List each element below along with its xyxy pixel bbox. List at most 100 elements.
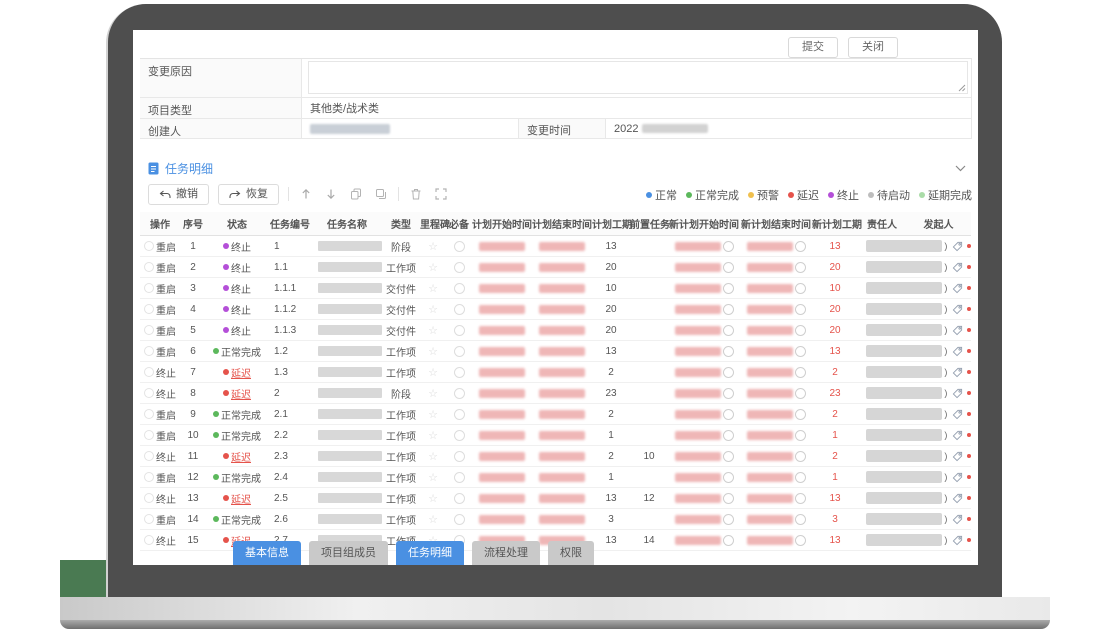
submit-button[interactable]: 提交 [788, 37, 838, 58]
new-plan-end-cell[interactable] [740, 325, 812, 336]
resize-handle-icon[interactable] [958, 84, 966, 92]
restart-action-link[interactable]: 重启 [156, 239, 176, 254]
new-plan-end-cell[interactable] [740, 367, 812, 378]
new-plan-start-cell[interactable] [668, 304, 740, 315]
restart-action-link[interactable]: 重启 [156, 512, 176, 527]
tag-icon[interactable] [949, 427, 965, 443]
tag-icon[interactable] [949, 238, 965, 254]
tag-icon[interactable] [949, 469, 965, 485]
terminate-action-link[interactable]: 终止 [156, 365, 176, 380]
required-radio[interactable] [454, 367, 465, 378]
bottom-tab[interactable]: 基本信息 [233, 541, 301, 565]
copy-icon[interactable] [348, 186, 364, 202]
required-radio[interactable] [454, 325, 465, 336]
bottom-tab[interactable]: 权限 [548, 541, 594, 565]
required-radio[interactable] [454, 283, 465, 294]
milestone-star-icon[interactable]: ☆ [428, 324, 438, 337]
change-reason-textarea[interactable] [308, 61, 968, 94]
tag-icon[interactable] [949, 280, 965, 296]
new-plan-end-cell[interactable] [740, 241, 812, 252]
required-radio[interactable] [454, 241, 465, 252]
required-radio[interactable] [454, 304, 465, 315]
milestone-star-icon[interactable]: ☆ [428, 387, 438, 400]
tag-icon[interactable] [949, 406, 965, 422]
restart-action-link[interactable]: 重启 [156, 470, 176, 485]
milestone-star-icon[interactable]: ☆ [428, 429, 438, 442]
new-plan-start-cell[interactable] [668, 514, 740, 525]
tag-icon[interactable] [949, 385, 965, 401]
required-radio[interactable] [454, 262, 465, 273]
restart-action-link[interactable]: 重启 [156, 281, 176, 296]
tag-icon[interactable] [949, 343, 965, 359]
new-plan-end-cell[interactable] [740, 430, 812, 441]
new-plan-end-cell[interactable] [740, 283, 812, 294]
redo-button[interactable]: 恢复 [218, 184, 279, 205]
milestone-star-icon[interactable]: ☆ [428, 366, 438, 379]
new-plan-start-cell[interactable] [668, 325, 740, 336]
new-plan-start-cell[interactable] [668, 346, 740, 357]
new-plan-end-cell[interactable] [740, 262, 812, 273]
delete-icon[interactable] [408, 186, 424, 202]
new-plan-end-cell[interactable] [740, 472, 812, 483]
new-plan-start-cell[interactable] [668, 430, 740, 441]
restart-action-link[interactable]: 重启 [156, 260, 176, 275]
new-plan-end-cell[interactable] [740, 304, 812, 315]
milestone-star-icon[interactable]: ☆ [428, 471, 438, 484]
required-radio[interactable] [454, 409, 465, 420]
restart-action-link[interactable]: 重启 [156, 407, 176, 422]
tag-icon[interactable] [949, 364, 965, 380]
expand-icon[interactable] [433, 186, 449, 202]
new-plan-end-cell[interactable] [740, 409, 812, 420]
new-plan-start-cell[interactable] [668, 535, 740, 546]
tag-icon[interactable] [949, 448, 965, 464]
new-plan-start-cell[interactable] [668, 241, 740, 252]
new-plan-end-cell[interactable] [740, 388, 812, 399]
bottom-tab[interactable]: 任务明细 [396, 541, 464, 565]
bottom-tab[interactable]: 流程处理 [472, 541, 540, 565]
restart-action-link[interactable]: 重启 [156, 344, 176, 359]
tag-icon[interactable] [949, 532, 965, 548]
required-radio[interactable] [454, 472, 465, 483]
tag-icon[interactable] [949, 259, 965, 275]
milestone-star-icon[interactable]: ☆ [428, 492, 438, 505]
milestone-star-icon[interactable]: ☆ [428, 450, 438, 463]
milestone-star-icon[interactable]: ☆ [428, 408, 438, 421]
milestone-star-icon[interactable]: ☆ [428, 303, 438, 316]
bottom-tab[interactable]: 项目组成员 [309, 541, 388, 565]
milestone-star-icon[interactable]: ☆ [428, 345, 438, 358]
tag-icon[interactable] [949, 511, 965, 527]
close-button[interactable]: 关闭 [848, 37, 898, 58]
required-radio[interactable] [454, 346, 465, 357]
tag-icon[interactable] [949, 490, 965, 506]
tag-icon[interactable] [949, 301, 965, 317]
required-radio[interactable] [454, 430, 465, 441]
required-radio[interactable] [454, 451, 465, 462]
duplicate-icon[interactable] [373, 186, 389, 202]
milestone-star-icon[interactable]: ☆ [428, 261, 438, 274]
new-plan-start-cell[interactable] [668, 388, 740, 399]
new-plan-start-cell[interactable] [668, 493, 740, 504]
new-plan-start-cell[interactable] [668, 451, 740, 462]
milestone-star-icon[interactable]: ☆ [428, 513, 438, 526]
move-up-icon[interactable] [298, 186, 314, 202]
milestone-star-icon[interactable]: ☆ [428, 240, 438, 253]
new-plan-end-cell[interactable] [740, 451, 812, 462]
restart-action-link[interactable]: 重启 [156, 323, 176, 338]
new-plan-end-cell[interactable] [740, 346, 812, 357]
collapse-chevron-icon[interactable] [955, 165, 966, 172]
move-down-icon[interactable] [323, 186, 339, 202]
terminate-action-link[interactable]: 终止 [156, 533, 176, 548]
new-plan-start-cell[interactable] [668, 262, 740, 273]
new-plan-end-cell[interactable] [740, 535, 812, 546]
required-radio[interactable] [454, 493, 465, 504]
terminate-action-link[interactable]: 终止 [156, 449, 176, 464]
terminate-action-link[interactable]: 终止 [156, 491, 176, 506]
restart-action-link[interactable]: 重启 [156, 302, 176, 317]
required-radio[interactable] [454, 388, 465, 399]
new-plan-end-cell[interactable] [740, 514, 812, 525]
new-plan-start-cell[interactable] [668, 472, 740, 483]
new-plan-start-cell[interactable] [668, 283, 740, 294]
required-radio[interactable] [454, 514, 465, 525]
new-plan-start-cell[interactable] [668, 367, 740, 378]
milestone-star-icon[interactable]: ☆ [428, 282, 438, 295]
